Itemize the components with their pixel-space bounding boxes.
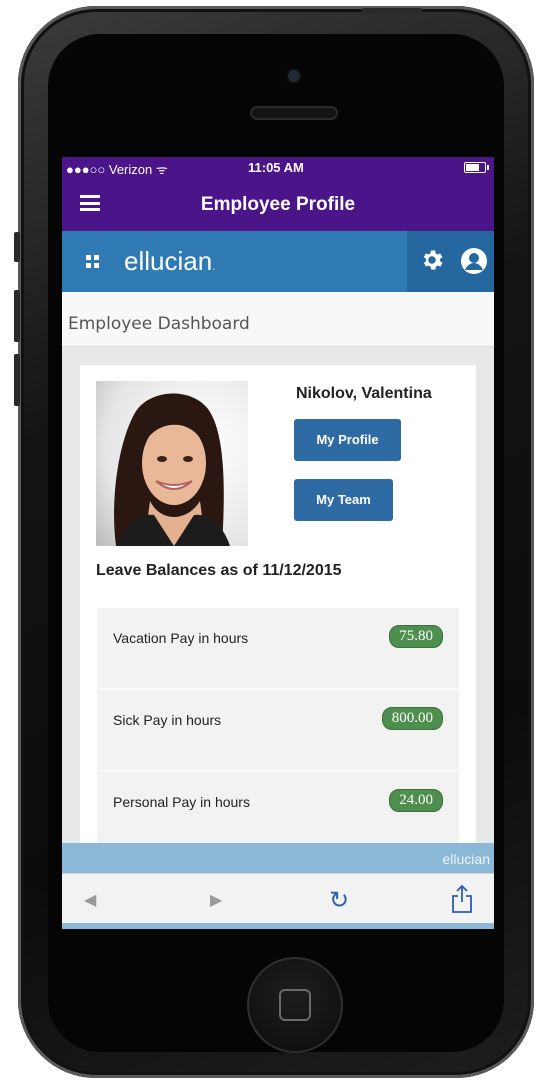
leave-balances-title: Leave Balances as of 11/12/2015 <box>96 562 342 579</box>
app-grid-icon[interactable] <box>86 255 100 269</box>
speaker <box>250 106 338 120</box>
leave-list: Vacation Pay in hours 75.80 Sick Pay in … <box>97 608 459 854</box>
leave-value-badge: 800.00 <box>381 707 443 730</box>
battery-icon <box>464 162 489 173</box>
leave-value-badge: 24.00 <box>389 789 443 812</box>
my-team-button[interactable]: My Team <box>294 479 393 521</box>
page-title: Employee Profile <box>200 194 356 215</box>
footer-logo: ellucian <box>442 851 490 867</box>
carrier-label: ●●●○○ Verizon ᯤ <box>66 162 168 177</box>
user-avatar-icon[interactable] <box>460 247 488 275</box>
list-item[interactable]: Vacation Pay in hours 75.80 <box>97 608 459 690</box>
volume-up-button <box>14 290 20 342</box>
home-button[interactable] <box>247 957 343 1053</box>
back-icon[interactable]: ◀ <box>84 890 96 910</box>
leave-label: Personal Pay in hours <box>113 794 250 810</box>
brand-dot: . <box>212 259 216 273</box>
dashboard-title: Employee Dashboard <box>68 314 250 334</box>
gear-icon[interactable] <box>419 247 445 273</box>
list-item[interactable]: Personal Pay in hours 24.00 <box>97 772 459 854</box>
dashboard-header: Employee Dashboard <box>62 292 494 347</box>
leave-value-badge: 75.80 <box>389 625 443 648</box>
power-button <box>362 8 422 14</box>
app-header: Employee Profile <box>62 177 494 231</box>
reload-icon[interactable]: ↻ <box>329 886 349 915</box>
camera <box>288 70 300 82</box>
footer-bar: ellucian <box>62 843 494 873</box>
status-bar: ●●●○○ Verizon ᯤ 11:05 AM <box>62 157 494 177</box>
share-icon[interactable] <box>451 884 473 914</box>
screen: ●●●○○ Verizon ᯤ 11:05 AM Employee Profil… <box>62 157 494 929</box>
ellucian-logo: ellucian. <box>124 246 216 277</box>
my-profile-button[interactable]: My Profile <box>294 419 401 461</box>
mute-switch <box>14 232 20 262</box>
forward-icon[interactable]: ▶ <box>210 890 222 910</box>
brand-bar: ellucian. <box>62 231 494 292</box>
employee-name: Nikolov, Valentina <box>296 385 432 402</box>
dashboard-content: Nikolov, Valentina My Profile My Team Le… <box>62 347 494 865</box>
leave-label: Vacation Pay in hours <box>113 630 249 646</box>
screen-bottom-strip <box>62 923 494 929</box>
browser-toolbar: ◀ ▶ ↻ <box>62 873 494 924</box>
volume-down-button <box>14 354 20 406</box>
employee-card: Nikolov, Valentina My Profile My Team Le… <box>80 365 476 865</box>
brand-text: ellucian <box>124 246 213 276</box>
list-item[interactable]: Sick Pay in hours 800.00 <box>97 690 459 772</box>
home-square-icon <box>279 989 311 1021</box>
employee-photo <box>96 381 248 546</box>
clock: 11:05 AM <box>248 160 304 175</box>
leave-label: Sick Pay in hours <box>113 712 222 728</box>
